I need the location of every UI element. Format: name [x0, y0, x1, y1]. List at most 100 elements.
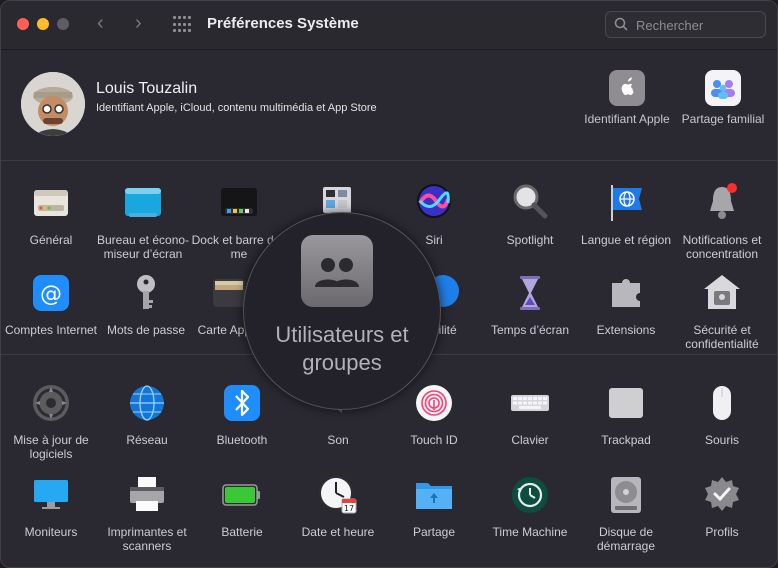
profiles-icon: [702, 475, 742, 515]
svg-text:17: 17: [344, 504, 354, 513]
pane-profiles[interactable]: Profils: [674, 475, 770, 539]
pane-label: Moniteurs: [24, 525, 78, 539]
avatar[interactable]: [21, 72, 85, 136]
extensions-icon: [606, 273, 646, 313]
pane-general[interactable]: Général: [3, 183, 99, 247]
pane-security[interactable]: Sécurité et confidentialité: [674, 273, 770, 351]
pane-label: Spotlight: [506, 233, 554, 247]
pane-label: Partage: [412, 525, 456, 539]
pane-screen-time[interactable]: Temps d’écran: [482, 273, 578, 337]
internet-accounts-icon: @: [31, 273, 71, 313]
family-sharing-icon: [705, 70, 741, 106]
pane-keyboard[interactable]: Clavier: [482, 383, 578, 447]
search-input[interactable]: [634, 14, 762, 36]
pane-network[interactable]: Réseau: [99, 383, 195, 447]
pane-sharing[interactable]: Partage: [386, 475, 482, 539]
desktop-icon: [123, 183, 163, 223]
pane-label: Clavier: [511, 433, 549, 447]
pane-displays[interactable]: Moniteurs: [3, 475, 99, 539]
close-window-button[interactable]: [17, 18, 29, 30]
pane-label: Notifications et concentration: [682, 233, 762, 261]
pane-extensions[interactable]: Extensions: [578, 273, 674, 337]
user-subtitle: Identifiant Apple, iCloud, contenu multi…: [96, 102, 377, 114]
pane-notifications[interactable]: Notifications et concentration: [674, 183, 770, 261]
printers-icon: [127, 475, 167, 515]
pane-passwords[interactable]: Mots de passe: [98, 273, 194, 337]
pane-printers[interactable]: Imprimantes et scanners: [99, 475, 195, 553]
pane-label: Souris: [704, 433, 739, 447]
pane-label: Touch ID: [410, 433, 458, 447]
pane-label: Bluetooth: [216, 433, 268, 447]
users-groups-icon[interactable]: [301, 235, 373, 307]
pane-internet-accounts[interactable]: @ Comptes Internet: [3, 273, 99, 337]
time-machine-icon: [510, 475, 550, 515]
dock-icon: [219, 183, 259, 223]
pane-label: Mise à jour de logiciels: [13, 433, 89, 461]
magnifier-overlay: Utilisateurs et groupes: [243, 212, 441, 410]
pane-mouse[interactable]: Souris: [674, 383, 770, 447]
pane-spotlight[interactable]: Spotlight: [482, 183, 578, 247]
pane-time-machine[interactable]: Time Machine: [482, 475, 578, 539]
keyboard-icon: [510, 383, 550, 423]
pane-label: Temps d’écran: [490, 323, 570, 337]
search-field[interactable]: [605, 11, 766, 38]
general-icon: [31, 183, 71, 223]
pane-battery[interactable]: Batterie: [194, 475, 290, 539]
pane-startup-disk[interactable]: Disque de démarrage: [578, 475, 674, 553]
pane-label: Langue et région: [580, 233, 672, 247]
touch-id-icon: [414, 383, 454, 423]
pane-desktop[interactable]: Bureau et écono-miseur d’écran: [95, 183, 191, 261]
svg-text:@: @: [40, 282, 62, 307]
forward-arrow-icon[interactable]: ›: [135, 12, 142, 35]
sharing-icon: [414, 475, 454, 515]
pane-language-region[interactable]: Langue et région: [578, 183, 674, 247]
pane-touch-id[interactable]: Touch ID: [386, 383, 482, 447]
user-name: Louis Touzalin: [96, 80, 198, 97]
pane-label: Son: [327, 433, 349, 447]
pane-bluetooth[interactable]: Bluetooth: [194, 383, 290, 447]
date-time-icon: 17: [318, 475, 358, 515]
trackpad-icon: [606, 383, 646, 423]
pane-label: Imprimantes et scanners: [107, 525, 187, 553]
user-header: Louis Touzalin Identifiant Apple, iCloud…: [1, 50, 777, 160]
pane-label: Général: [29, 233, 73, 247]
security-icon: [702, 273, 742, 313]
pane-label: Disque de démarrage: [596, 525, 656, 553]
pane-label: Trackpad: [601, 433, 651, 447]
battery-icon: [222, 475, 262, 515]
pane-label: Date et heure: [301, 525, 375, 539]
pane-label: Mots de passe: [106, 323, 186, 337]
pane-label: Batterie: [221, 525, 263, 539]
pane-label: Sécurité et confidentialité: [685, 323, 759, 351]
startup-disk-icon: [606, 475, 646, 515]
window-title: Préférences Système: [207, 15, 359, 32]
pane-label: Réseau: [126, 433, 168, 447]
zoom-window-button[interactable]: [57, 18, 69, 30]
pane-label: Extensions: [596, 323, 656, 337]
minimize-window-button[interactable]: [37, 18, 49, 30]
pane-trackpad[interactable]: Trackpad: [578, 383, 674, 447]
passwords-icon: [126, 273, 166, 313]
back-arrow-icon[interactable]: ‹: [97, 12, 104, 35]
screen-time-icon: [510, 273, 550, 313]
spotlight-icon: [510, 183, 550, 223]
apple-id-pane[interactable]: Identifiant Apple: [582, 70, 672, 126]
title-bar: ‹ › Préférences Système: [1, 1, 777, 50]
pane-label: Time Machine: [492, 525, 568, 539]
displays-icon: [31, 475, 71, 515]
apple-id-icon: [609, 70, 645, 106]
system-preferences-window: ‹ › Préférences Système Rechercher Louis…: [0, 0, 778, 568]
search-icon: [614, 17, 628, 31]
show-all-grid-icon[interactable]: [173, 16, 191, 34]
pane-label: Bureau et écono-miseur d’écran: [96, 233, 190, 261]
pane-date-time[interactable]: 17 Date et heure: [290, 475, 386, 539]
family-sharing-pane[interactable]: Partage familial: [678, 70, 768, 126]
pane-label: Profils: [705, 525, 739, 539]
users-groups-label[interactable]: Utilisateurs et groupes: [244, 321, 440, 377]
pane-software-update[interactable]: Mise à jour de logiciels: [3, 383, 99, 461]
bluetooth-icon: [222, 383, 262, 423]
network-icon: [127, 383, 167, 423]
pane-label: Comptes Internet: [4, 323, 98, 337]
notifications-icon: [702, 183, 742, 223]
software-update-icon: [31, 383, 71, 423]
